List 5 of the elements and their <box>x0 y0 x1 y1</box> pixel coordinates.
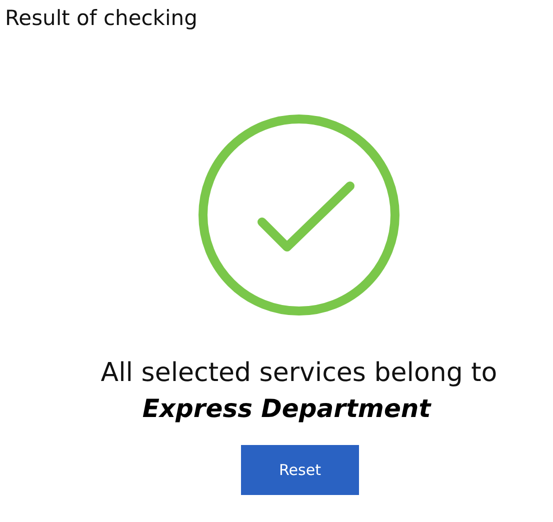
department-name: Express Department <box>142 394 431 423</box>
result-message: All selected services belong to <box>100 358 498 388</box>
reset-button[interactable]: Reset <box>241 445 359 495</box>
page-title: Result of checking <box>4 5 198 30</box>
checkmark-circle-icon <box>198 114 400 316</box>
